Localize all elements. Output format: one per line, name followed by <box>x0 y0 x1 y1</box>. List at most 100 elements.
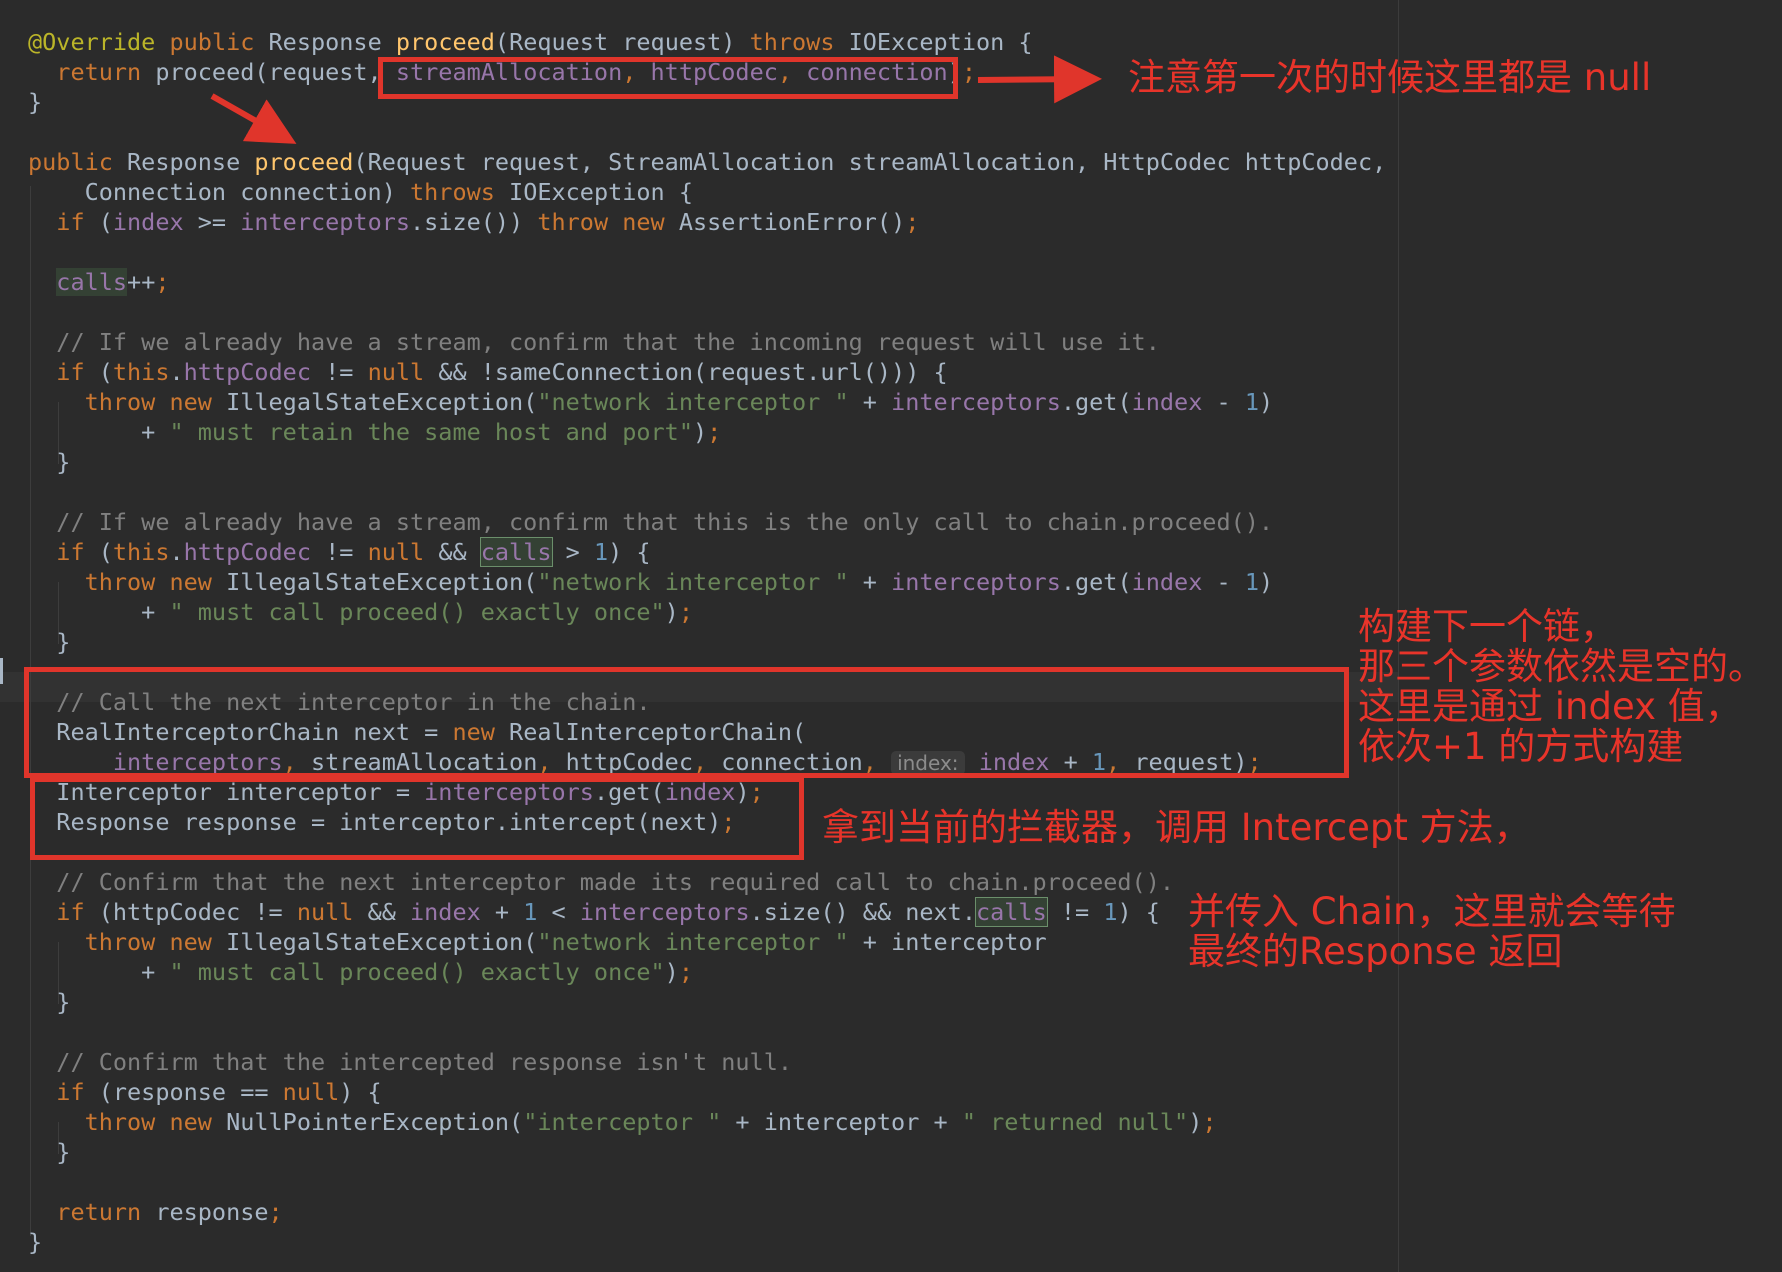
code-token: < <box>537 898 580 926</box>
code-token: throw new <box>84 568 212 596</box>
code-line[interactable]: throw new IllegalStateException("network… <box>28 387 1274 417</box>
code-token: != <box>310 358 368 386</box>
code-token: ) <box>692 418 708 446</box>
code-line[interactable]: } <box>28 987 70 1017</box>
code-token: + <box>848 568 892 596</box>
highlight-box-interceptor <box>30 777 804 860</box>
code-token: } <box>28 448 71 476</box>
code-token: index <box>410 898 481 926</box>
code-token: + <box>848 388 892 416</box>
code-token: + <box>28 418 170 446</box>
code-token: // If we already have a stream, confirm … <box>56 328 1160 356</box>
code-token: AssertionError() <box>664 208 906 236</box>
code-line[interactable]: } <box>28 1137 70 1167</box>
code-token: interceptors <box>579 898 750 926</box>
code-token: 1 <box>1244 388 1259 416</box>
code-line[interactable]: if (this.httpCodec != null && !sameConne… <box>28 357 947 387</box>
code-line[interactable]: throw new IllegalStateException("network… <box>28 927 1047 957</box>
code-line[interactable]: public Response proceed(Request request,… <box>28 147 1386 177</box>
code-token: != <box>1046 898 1104 926</box>
code-token: } <box>28 628 71 656</box>
code-token: IllegalStateException( <box>211 928 538 956</box>
code-line[interactable]: @Override public Response proceed(Reques… <box>28 27 1033 57</box>
code-token: "network interceptor " <box>537 568 849 596</box>
code-token: " must retain the same host and port" <box>169 418 693 446</box>
code-token: >= <box>183 208 241 236</box>
code-token: ; <box>961 58 976 86</box>
code-token: ) { <box>608 538 651 566</box>
code-token: - <box>1202 568 1245 596</box>
code-token: throw new <box>84 388 212 416</box>
code-token: } <box>28 1138 71 1166</box>
code-token: } <box>28 1228 43 1256</box>
code-token: Response <box>112 148 255 176</box>
code-token: ; <box>1202 1108 1217 1136</box>
code-line[interactable]: // If we already have a stream, confirm … <box>28 327 1160 357</box>
code-token: ) <box>1258 388 1274 416</box>
code-token: if <box>56 1078 85 1106</box>
code-token: ; <box>678 598 693 626</box>
code-line[interactable]: } <box>28 1227 42 1257</box>
code-token: public <box>28 148 113 176</box>
code-line[interactable]: if (this.httpCodec != null && calls > 1)… <box>28 537 651 567</box>
code-token: } <box>28 988 71 1016</box>
code-token: if <box>56 898 85 926</box>
code-line[interactable]: if (response == null) { <box>28 1077 381 1107</box>
code-line[interactable]: // Confirm that the next interceptor mad… <box>28 867 1174 897</box>
annotation-next-chain: 构建下一个链， 那三个参数依然是空的。 这里是通过 index 值， 依次+1 … <box>1358 605 1765 768</box>
annotation-first-call-null: 注意第一次的时候这里都是 null <box>1128 56 1652 99</box>
code-token: - <box>1202 388 1245 416</box>
code-line[interactable]: if (httpCodec != null && index + 1 < int… <box>28 897 1160 927</box>
code-line[interactable]: } <box>28 627 70 657</box>
code-line[interactable]: Connection connection) throws IOExceptio… <box>28 177 693 207</box>
code-token: this <box>112 538 170 566</box>
code-token: interceptors <box>891 568 1061 596</box>
code-line[interactable]: + " must retain the same host and port")… <box>28 417 721 447</box>
code-token: httpCodec <box>183 538 311 566</box>
code-token: ) { <box>1117 898 1160 926</box>
code-token: + interceptor <box>848 928 1047 956</box>
code-line[interactable]: } <box>28 87 42 117</box>
arrow-to-overload <box>210 93 297 144</box>
code-line[interactable]: } <box>28 447 70 477</box>
code-token: > <box>551 538 594 566</box>
highlight-box-next-chain <box>24 667 1349 778</box>
code-token: return <box>56 1198 142 1226</box>
code-token: ) <box>1258 568 1274 596</box>
code-line[interactable]: return response; <box>28 1197 282 1227</box>
code-line[interactable]: throw new IllegalStateException("network… <box>28 567 1274 597</box>
code-token: index <box>1131 388 1203 416</box>
code-token: .get( <box>1060 568 1132 596</box>
code-token: ( <box>84 358 113 386</box>
code-line[interactable]: // Confirm that the intercepted response… <box>28 1047 792 1077</box>
code-token: throw new <box>537 208 665 236</box>
code-token: + interceptor + <box>721 1108 962 1136</box>
code-token: ; <box>155 268 170 296</box>
code-line[interactable]: if (index >= interceptors.size()) throw … <box>28 207 919 237</box>
code-token: index <box>112 208 184 236</box>
code-line[interactable]: // If we already have a stream, confirm … <box>28 507 1273 537</box>
code-line[interactable]: throw new NullPointerException("intercep… <box>28 1107 1217 1137</box>
code-line[interactable]: + " must call proceed() exactly once"); <box>28 597 693 627</box>
code-token: + <box>28 958 170 986</box>
code-token: + <box>480 898 524 926</box>
code-token: ( <box>84 208 113 236</box>
code-editor[interactable]: @Override public Response proceed(Reques… <box>0 0 1782 1272</box>
code-token: calls <box>56 268 128 296</box>
annotation-intercept-call: 拿到当前的拦截器，调用 Intercept 方法， <box>822 806 1531 849</box>
code-token: (httpCodec != <box>84 898 297 926</box>
code-line[interactable]: calls++; <box>28 267 170 297</box>
code-token: calls <box>479 537 553 567</box>
highlight-box-params <box>378 57 958 99</box>
code-line[interactable]: + " must call proceed() exactly once"); <box>28 957 693 987</box>
code-token: // If we already have a stream, confirm … <box>56 508 1274 536</box>
code-token: interceptors <box>891 388 1061 416</box>
